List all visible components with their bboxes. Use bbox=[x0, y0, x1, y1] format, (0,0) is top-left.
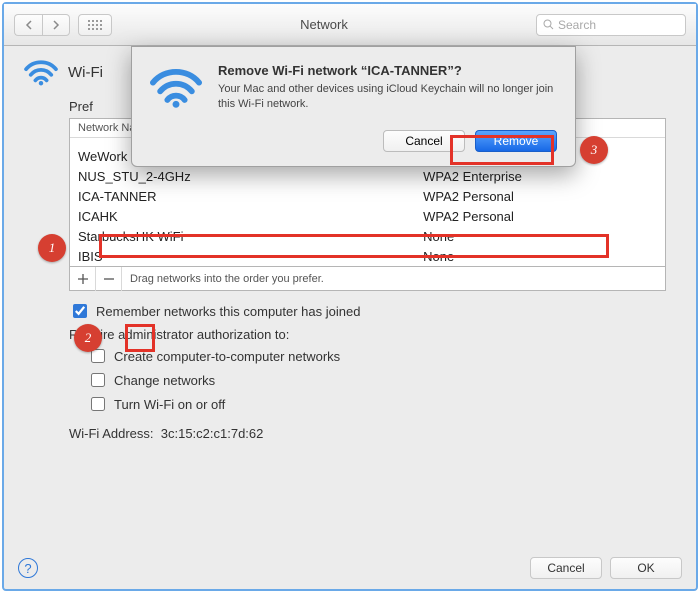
opt-change-row: Change networks bbox=[87, 370, 666, 390]
plus-icon bbox=[78, 274, 88, 284]
grid-icon bbox=[88, 20, 102, 30]
opt-adhoc-row: Create computer-to-computer networks bbox=[87, 346, 666, 366]
wifi-address-value: 3c:15:c2:c1:7d:62 bbox=[161, 426, 264, 441]
pane-title: Wi-Fi bbox=[68, 64, 103, 81]
dialog-body: Remove Wi-Fi network “ICA-TANNER”? Your … bbox=[218, 63, 557, 152]
dialog-cancel-button[interactable]: Cancel bbox=[383, 130, 465, 152]
opt-toggle-row: Turn Wi-Fi on or off bbox=[87, 394, 666, 414]
opt-toggle-label: Turn Wi-Fi on or off bbox=[114, 397, 225, 412]
cancel-button[interactable]: Cancel bbox=[530, 557, 602, 579]
opt-adhoc-checkbox[interactable] bbox=[91, 349, 105, 363]
annotation-callout-1: 1 bbox=[38, 234, 66, 262]
table-row[interactable]: IBISNone bbox=[70, 246, 665, 266]
opt-toggle-checkbox[interactable] bbox=[91, 397, 105, 411]
remember-networks-label: Remember networks this computer has join… bbox=[96, 304, 360, 319]
dialog-icon bbox=[150, 63, 202, 152]
wifi-address-label: Wi-Fi Address: bbox=[69, 426, 154, 441]
dialog-message: Your Mac and other devices using iCloud … bbox=[218, 82, 557, 112]
show-all-button[interactable] bbox=[78, 14, 112, 36]
table-row[interactable]: NUS_STU_2-4GHzWPA2 Enterprise bbox=[70, 166, 665, 186]
minus-icon bbox=[104, 274, 114, 284]
table-row[interactable]: StarbucksHK WiFiNone bbox=[70, 226, 665, 246]
back-button[interactable] bbox=[14, 14, 42, 36]
dialog-title: Remove Wi-Fi network “ICA-TANNER”? bbox=[218, 63, 557, 78]
search-input[interactable]: Search bbox=[536, 14, 686, 36]
remember-networks-row: Remember networks this computer has join… bbox=[69, 301, 666, 321]
network-preferences-window: Network Search Wi-Fi Pref Network Name S… bbox=[2, 2, 698, 591]
window-toolbar: Network Search bbox=[4, 4, 696, 46]
window-title: Network bbox=[120, 17, 528, 32]
opt-adhoc-label: Create computer-to-computer networks bbox=[114, 349, 340, 364]
drag-hint: Drag networks into the order you prefer. bbox=[122, 273, 324, 285]
remove-network-dialog: Remove Wi-Fi network “ICA-TANNER”? Your … bbox=[131, 46, 576, 167]
wifi-icon bbox=[24, 58, 58, 86]
wifi-address-row: Wi-Fi Address: 3c:15:c2:c1:7d:62 bbox=[69, 426, 666, 441]
table-row[interactable]: ICAHKWPA2 Personal bbox=[70, 206, 665, 226]
opt-change-label: Change networks bbox=[114, 373, 215, 388]
annotation-callout-3: 3 bbox=[580, 136, 608, 164]
chevron-right-icon bbox=[52, 20, 60, 30]
dialog-buttons: Cancel Remove bbox=[218, 130, 557, 152]
forward-button[interactable] bbox=[42, 14, 70, 36]
dialog-remove-button[interactable]: Remove bbox=[475, 130, 557, 152]
sheet-footer: ? Cancel OK bbox=[18, 557, 682, 579]
remove-network-button[interactable] bbox=[96, 267, 122, 291]
table-row-selected[interactable]: ICA-TANNERWPA2 Personal bbox=[70, 186, 665, 206]
opt-change-checkbox[interactable] bbox=[91, 373, 105, 387]
admin-options: Create computer-to-computer networks Cha… bbox=[87, 346, 666, 414]
help-button[interactable]: ? bbox=[18, 558, 38, 578]
table-action-bar: Drag networks into the order you prefer. bbox=[69, 267, 666, 291]
wifi-icon bbox=[150, 65, 202, 109]
nav-buttons bbox=[14, 14, 70, 36]
ok-button[interactable]: OK bbox=[610, 557, 682, 579]
add-network-button[interactable] bbox=[70, 267, 96, 291]
remember-networks-checkbox[interactable] bbox=[73, 304, 87, 318]
search-placeholder: Search bbox=[558, 18, 596, 32]
require-admin-label: Require administrator authorization to: bbox=[69, 327, 666, 342]
chevron-left-icon bbox=[25, 20, 33, 30]
annotation-callout-2: 2 bbox=[74, 324, 102, 352]
search-icon bbox=[543, 19, 554, 30]
